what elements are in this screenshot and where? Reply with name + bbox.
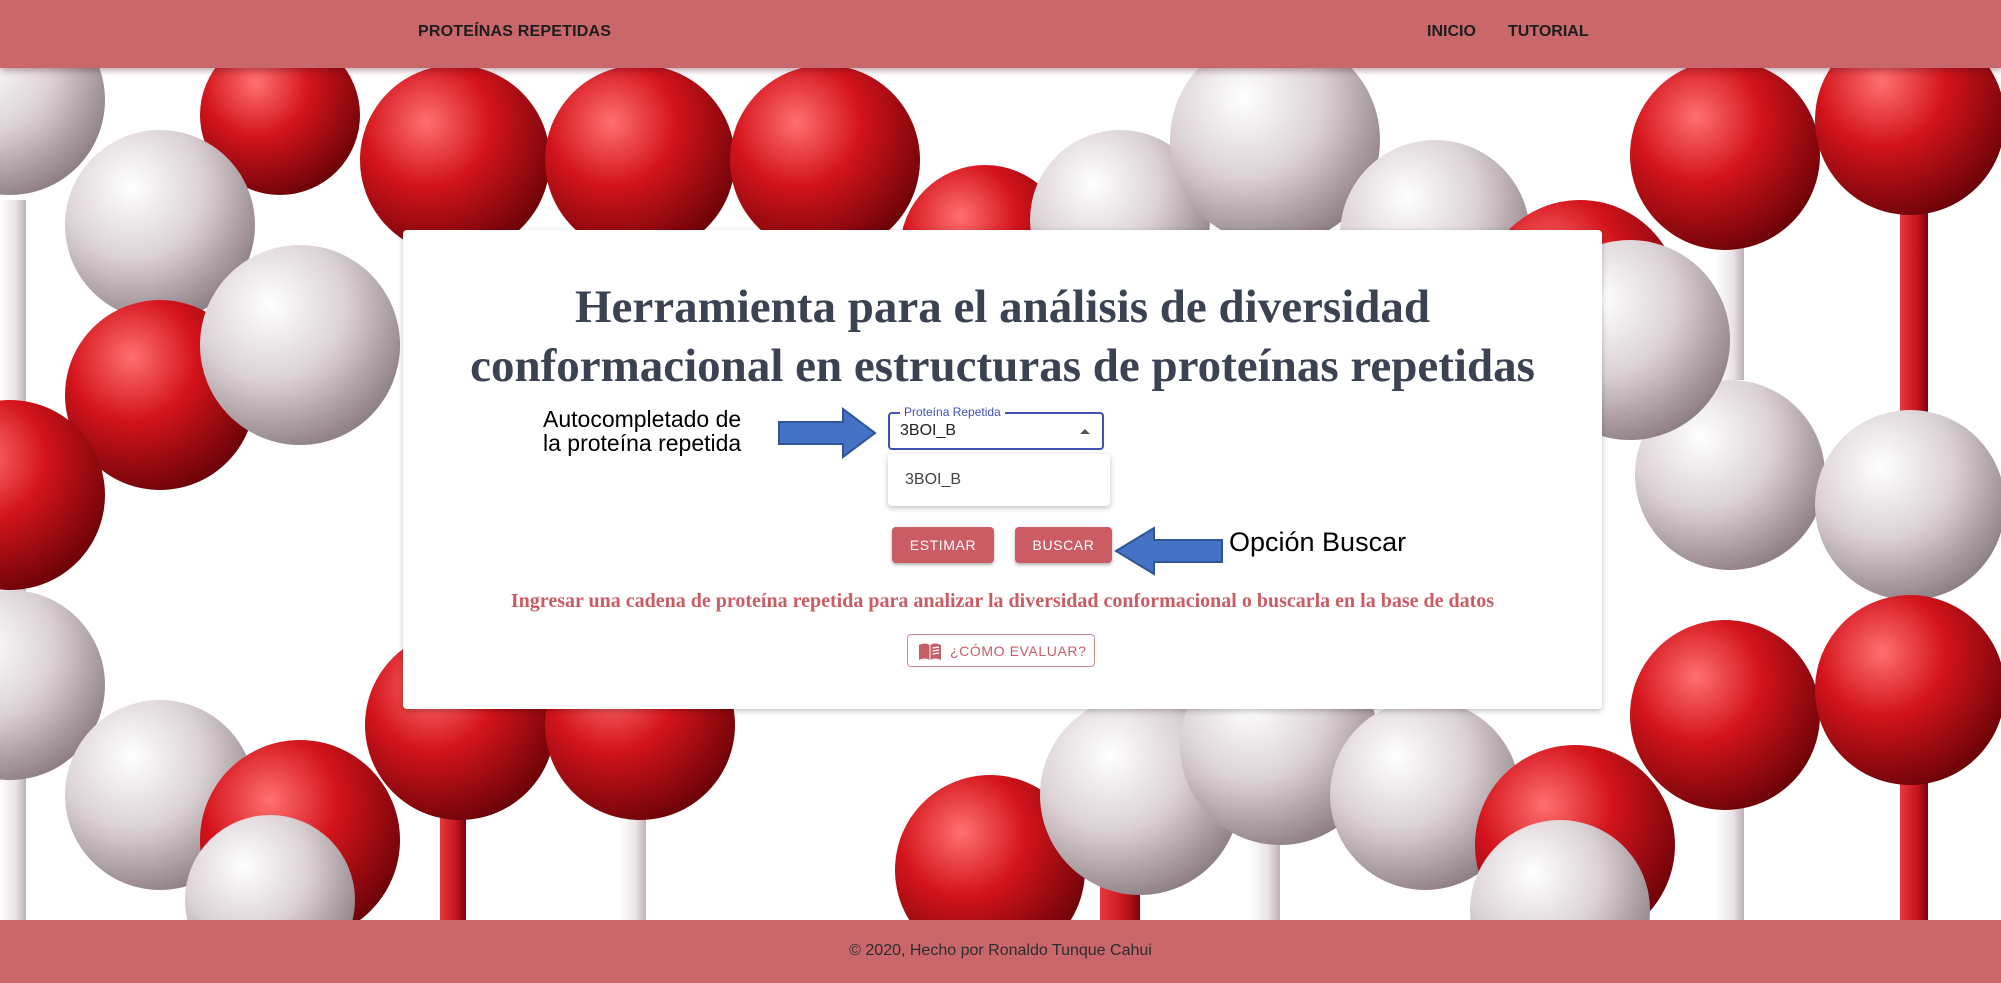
arrow-right-icon — [778, 407, 877, 459]
annotation-search-option: Opción Buscar — [1229, 527, 1407, 557]
top-navbar: PROTEÍNAS REPETIDAS INICIO TUTORIAL — [0, 0, 2001, 68]
molecule-sphere-red — [360, 65, 550, 255]
title-line-1: Herramienta para el análisis de diversid… — [574, 281, 1431, 333]
footer: © 2020, Hecho por Ronaldo Tunque Cahui — [0, 920, 2001, 983]
molecule-sphere-white — [200, 245, 400, 445]
molecule-sphere-red — [545, 65, 735, 255]
buscar-button[interactable]: BUSCAR — [1015, 527, 1112, 563]
nav-inicio[interactable]: INICIO — [1427, 23, 1476, 41]
molecule-sphere-white — [1815, 410, 2001, 600]
main-card: Herramienta para el análisis de diversid… — [403, 230, 1602, 709]
molecule-sphere-red — [730, 65, 920, 255]
nav-tutorial[interactable]: TUTORIAL — [1508, 23, 1589, 41]
annotation-autocomplete-line-1: Autocompletado de — [543, 406, 742, 432]
protein-search-input[interactable] — [900, 420, 1060, 442]
autocomplete-option[interactable]: 3BOI_B — [888, 454, 1110, 506]
footer-copyright: © 2020, Hecho por Ronaldo Tunque Cahui — [849, 942, 1152, 959]
protein-autocomplete-label: Proteína Repetida — [900, 405, 1005, 419]
open-book-icon — [919, 643, 941, 660]
annotation-autocomplete: Autocompletado de la proteína repetida — [543, 407, 743, 455]
protein-autocomplete[interactable]: Proteína Repetida — [888, 405, 1104, 450]
molecule-sphere-red — [1630, 620, 1820, 810]
molecule-sphere-red — [1630, 60, 1820, 250]
caret-up-icon[interactable] — [1080, 429, 1090, 434]
instruction-text: Ingresar una cadena de proteína repetida… — [510, 590, 1495, 612]
how-to-evaluate-button[interactable]: ¿CÓMO EVALUAR? — [907, 634, 1095, 667]
molecule-sphere-red — [1815, 595, 2001, 785]
page-title: Herramienta para el análisis de diversid… — [403, 278, 1602, 396]
estimar-button[interactable]: ESTIMAR — [892, 527, 994, 563]
arrow-left-icon — [1114, 526, 1223, 576]
brand-title[interactable]: PROTEÍNAS REPETIDAS — [418, 23, 611, 41]
annotation-autocomplete-line-2: la proteína repetida — [543, 430, 742, 456]
autocomplete-dropdown: 3BOI_B — [888, 454, 1110, 506]
how-to-evaluate-label: ¿CÓMO EVALUAR? — [950, 643, 1087, 659]
title-line-2: conformacional en estructuras de proteín… — [470, 340, 1535, 392]
